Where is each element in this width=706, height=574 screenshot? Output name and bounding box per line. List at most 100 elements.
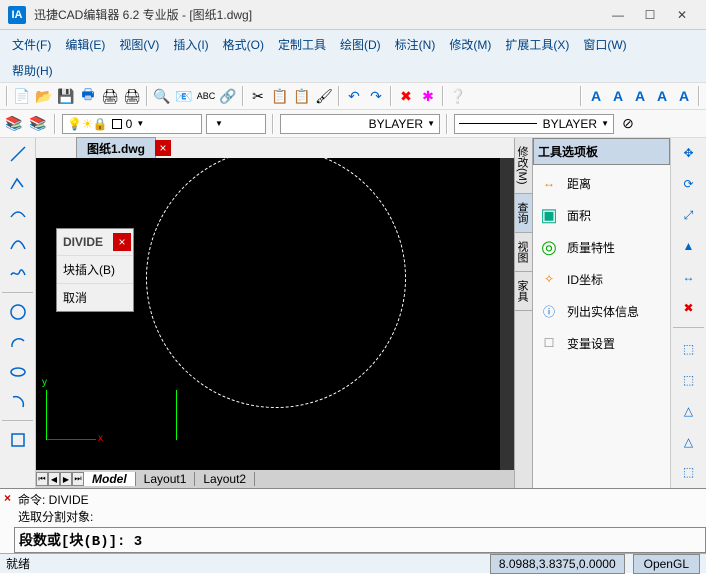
panel-item-vars[interactable]: ☐ 变量设置 — [535, 327, 668, 359]
menu-file[interactable]: 文件(F) — [6, 33, 57, 56]
save-icon[interactable]: 💾 — [56, 86, 76, 106]
ellipse-tool-icon[interactable] — [6, 360, 30, 384]
menu-custom-tools[interactable]: 定制工具 — [272, 33, 332, 56]
arc2-tool-icon[interactable] — [6, 330, 30, 354]
popup-item-block[interactable]: 块插入(B) — [57, 255, 133, 283]
freehand-tool-icon[interactable] — [6, 262, 30, 286]
panel-item-mass[interactable]: ◎ 质量特性 — [535, 231, 668, 263]
print-icon[interactable]: 🖨 — [100, 86, 120, 106]
panel-item-distance[interactable]: ↔ 距离 — [535, 167, 668, 199]
vtab-query[interactable]: 查询 — [515, 194, 532, 233]
layout-last-icon[interactable]: ⏭ — [72, 472, 84, 486]
stretch-icon[interactable]: ↔ — [677, 266, 701, 289]
offset-icon[interactable]: ⬚ — [677, 337, 701, 360]
command-input[interactable]: 段数或[块(B)]: 3 — [14, 527, 706, 553]
font-a2-icon[interactable]: A — [608, 86, 628, 106]
font-a5-icon[interactable]: A — [674, 86, 694, 106]
undo-icon[interactable]: ↶ — [344, 86, 364, 106]
spline-tool-icon[interactable] — [6, 202, 30, 226]
extend-icon[interactable]: △ — [677, 430, 701, 453]
popup-close-icon[interactable]: × — [113, 233, 131, 251]
erase-asterisk-icon[interactable]: ✱ — [418, 86, 438, 106]
layer-walk-icon[interactable]: 📚 — [28, 114, 48, 134]
layout-prev-icon[interactable]: ◀ — [48, 472, 60, 486]
break-icon[interactable]: ⬚ — [677, 461, 701, 484]
vtab-modify[interactable]: 修改(M) — [515, 138, 532, 194]
paste-icon[interactable]: 📋 — [292, 86, 312, 106]
menu-modify[interactable]: 修改(M) — [443, 33, 497, 56]
toolbar-layer: 📚 📚 💡☀🔒 0 ▼ ▼ BYLAYER▼ BYLAYER▼ ⊘ — [0, 110, 706, 138]
link-icon[interactable]: 🔗 — [218, 86, 238, 106]
arc3-tool-icon[interactable] — [6, 390, 30, 414]
line-tool-icon[interactable] — [6, 142, 30, 166]
menu-insert[interactable]: 插入(I) — [167, 33, 214, 56]
font-a1-icon[interactable]: A — [586, 86, 606, 106]
tab-close-icon[interactable]: × — [155, 140, 171, 156]
linetype-combo-2[interactable]: BYLAYER▼ — [454, 114, 614, 134]
copy-icon[interactable]: 📋 — [270, 86, 290, 106]
delete-icon[interactable]: ✖ — [677, 297, 701, 320]
redo-icon[interactable]: ↷ — [366, 86, 386, 106]
rotate-icon[interactable]: ⟳ — [677, 173, 701, 196]
tab-document[interactable]: 图纸1.dwg — [76, 137, 156, 160]
open-icon[interactable]: 📂 — [34, 86, 54, 106]
font-a4-icon[interactable]: A — [652, 86, 672, 106]
help-icon[interactable]: ❔ — [448, 86, 468, 106]
layer-combo[interactable]: 💡☀🔒 0 ▼ — [62, 114, 202, 134]
minimize-button[interactable]: — — [610, 7, 626, 23]
drawing-canvas[interactable]: x y DIVIDE × 块插入(B) 取消 — [36, 158, 514, 470]
vertical-line-entity[interactable] — [176, 390, 177, 440]
close-button[interactable]: ✕ — [674, 7, 690, 23]
layer-combo-2[interactable]: ▼ — [206, 114, 266, 134]
menu-dimension[interactable]: 标注(N) — [389, 33, 442, 56]
vtab-view[interactable]: 视图 — [515, 233, 532, 272]
menu-view[interactable]: 视图(V) — [113, 33, 165, 56]
new-icon[interactable]: 📄 — [12, 86, 32, 106]
printprev-icon[interactable]: 🖨 — [122, 86, 142, 106]
menu-draw[interactable]: 绘图(D) — [334, 33, 387, 56]
menu-edit[interactable]: 编辑(E) — [59, 33, 111, 56]
panel-item-list[interactable]: ⓘ 列出实体信息 — [535, 295, 668, 327]
trim-icon[interactable]: △ — [677, 399, 701, 422]
layout-next-icon[interactable]: ▶ — [60, 472, 72, 486]
polygon-tool-icon[interactable] — [6, 428, 30, 452]
font-a3-icon[interactable]: A — [630, 86, 650, 106]
panel-item-area[interactable]: ▣ 面积 — [535, 199, 668, 231]
cmd-close-icon[interactable]: × — [4, 491, 18, 525]
array-icon[interactable]: ⬚ — [677, 368, 701, 391]
main-area: 图纸1.dwg × x y DIVIDE × 块插入(B) 取消 ⏮ ◀ — [0, 138, 706, 488]
menu-ext-tools[interactable]: 扩展工具(X) — [499, 33, 575, 56]
ucs-y-label: y — [42, 377, 47, 388]
popup-item-cancel[interactable]: 取消 — [57, 283, 133, 311]
send-icon[interactable]: 📧 — [174, 86, 194, 106]
circle-entity[interactable] — [146, 158, 406, 408]
scale-icon[interactable]: ⤢ — [677, 204, 701, 227]
panel-item-id[interactable]: ✧ ID坐标 — [535, 263, 668, 295]
circle-tool-icon[interactable] — [6, 300, 30, 324]
layout-first-icon[interactable]: ⏮ — [36, 472, 48, 486]
layer-mgr-icon[interactable]: 📚 — [4, 114, 24, 134]
ucs-x-label: x — [98, 433, 103, 444]
mirror-icon[interactable]: ▲ — [677, 235, 701, 258]
linetype-settings-icon[interactable]: ⊘ — [618, 114, 638, 134]
polyline-tool-icon[interactable] — [6, 172, 30, 196]
vtab-furniture[interactable]: 家具 — [515, 272, 532, 311]
maximize-button[interactable]: ☐ — [642, 7, 658, 23]
tab-model[interactable]: Model — [84, 472, 136, 486]
arc-tool-icon[interactable] — [6, 232, 30, 256]
canvas-v-scrollbar[interactable] — [500, 158, 514, 470]
linetype-combo[interactable]: BYLAYER▼ — [280, 114, 440, 134]
saveall-icon[interactable]: 🖶 — [78, 86, 98, 106]
match-icon[interactable]: 🖌 — [314, 86, 334, 106]
erase-x-icon[interactable]: ✖ — [396, 86, 416, 106]
spell-icon[interactable]: ABC — [196, 86, 216, 106]
move-icon[interactable]: ✥ — [677, 142, 701, 165]
menu-window[interactable]: 窗口(W) — [577, 33, 632, 56]
tab-layout2[interactable]: Layout2 — [195, 472, 255, 486]
menu-format[interactable]: 格式(O) — [217, 33, 270, 56]
tab-layout1[interactable]: Layout1 — [136, 472, 196, 486]
tool-palette-panel: 工具选项板 ↔ 距离 ▣ 面积 ◎ 质量特性 ✧ ID坐标 ⓘ 列出实体信息 — [532, 138, 670, 488]
preview-icon[interactable]: 🔍 — [152, 86, 172, 106]
menu-help[interactable]: 帮助(H) — [6, 59, 59, 82]
cut-icon[interactable]: ✂ — [248, 86, 268, 106]
